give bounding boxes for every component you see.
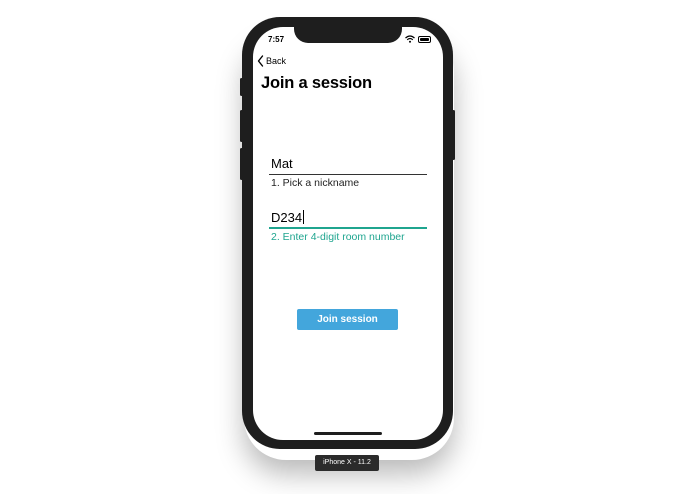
device-screen: 7:57 Back Join a session Mat 1. Pick a n… xyxy=(253,27,443,440)
back-button-label: Back xyxy=(266,56,287,66)
battery-icon xyxy=(418,35,431,43)
simulator-device-label: iPhone X - 11.2 xyxy=(315,455,379,471)
page-title: Join a session xyxy=(261,74,372,92)
back-button[interactable]: Back xyxy=(257,55,286,67)
room-number-hint: 2. Enter 4-digit room number xyxy=(271,231,405,243)
status-icons xyxy=(405,35,431,43)
nickname-field[interactable]: Mat 1. Pick a nickname xyxy=(269,156,427,189)
device-notch xyxy=(294,27,402,43)
device-volume-up-button xyxy=(240,110,243,142)
room-number-underline xyxy=(269,227,427,229)
device-power-button xyxy=(452,110,455,160)
device-volume-down-button xyxy=(240,148,243,180)
room-number-field[interactable]: D234 2. Enter 4-digit room number xyxy=(269,210,427,243)
chevron-left-icon xyxy=(257,55,264,67)
nickname-hint: 1. Pick a nickname xyxy=(271,177,360,189)
device-silent-switch xyxy=(240,78,243,96)
status-time: 7:57 xyxy=(268,35,285,44)
nickname-underline xyxy=(269,174,427,175)
room-number-input[interactable]: D234 xyxy=(269,210,427,226)
room-number-value: D234 xyxy=(271,210,303,225)
join-session-button[interactable]: Join session xyxy=(297,309,398,330)
home-indicator[interactable] xyxy=(314,432,382,435)
nickname-value: Mat xyxy=(271,156,293,171)
text-cursor xyxy=(303,210,305,224)
wifi-icon xyxy=(405,35,415,43)
nickname-input[interactable]: Mat xyxy=(269,156,427,172)
